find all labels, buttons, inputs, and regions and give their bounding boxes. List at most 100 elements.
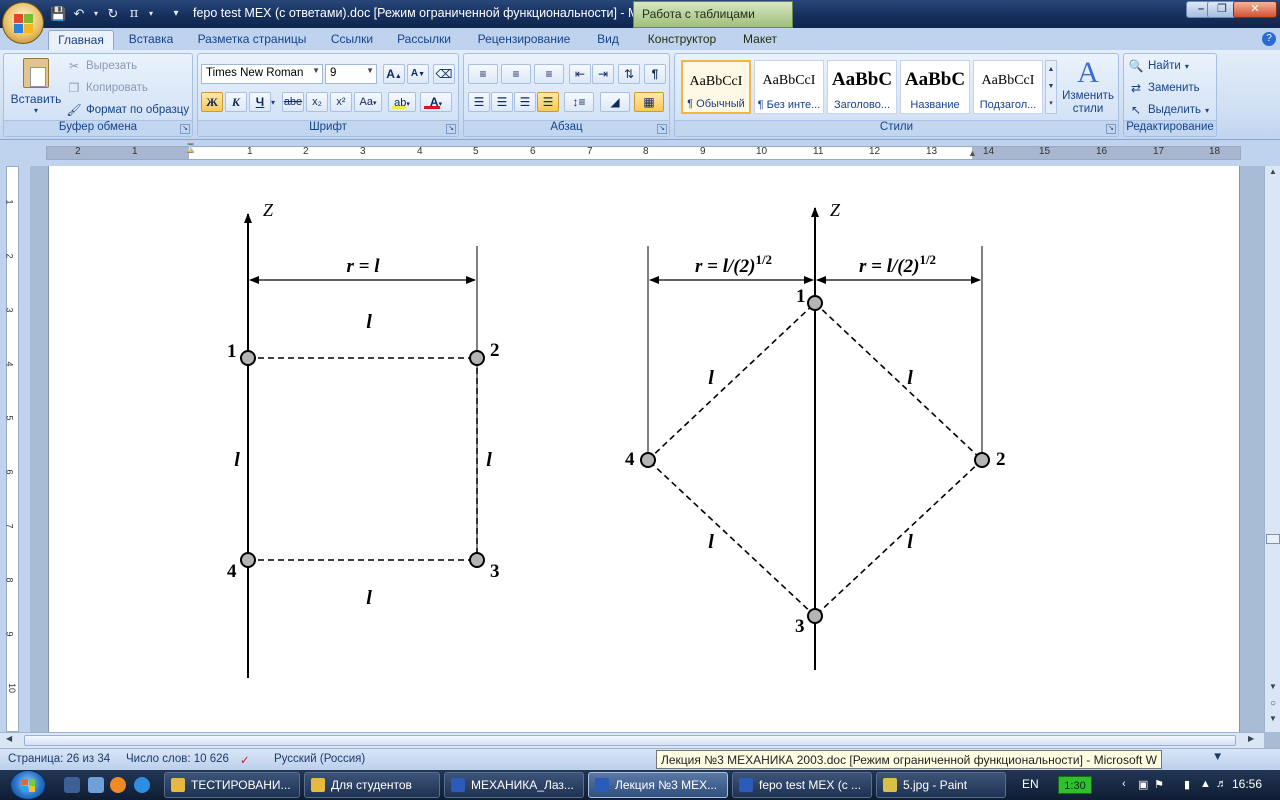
page-count[interactable]: Страница: 26 из 34 — [8, 753, 110, 765]
tab-view[interactable]: Вид — [590, 30, 626, 50]
horizontal-scrollbar[interactable]: ◀ ▶ — [0, 732, 1264, 748]
style-heading-1[interactable]: AaBbC Заголово... — [827, 60, 897, 114]
subscript-button[interactable]: x₂ — [306, 92, 328, 112]
equation-icon[interactable]: π — [126, 6, 142, 22]
increase-indent-button[interactable]: ⇥ — [592, 64, 614, 84]
dialog-launcher-icon[interactable]: ↘ — [1106, 124, 1116, 134]
close-button[interactable]: ✕ — [1233, 1, 1277, 18]
undo-icon[interactable]: ↶ — [71, 6, 87, 22]
underline-button[interactable]: Ч — [249, 92, 271, 112]
change-case-button[interactable]: Aa▾ — [354, 92, 382, 112]
start-button[interactable] — [10, 770, 46, 800]
chevron-down-icon[interactable]: ▼ — [1046, 78, 1056, 95]
indent-marker-icon[interactable]: ⌛ — [185, 143, 196, 154]
multilevel-list-button[interactable]: ≡ — [534, 64, 564, 84]
align-center-button[interactable]: ☰ — [491, 92, 513, 112]
tab-review[interactable]: Рецензирование — [468, 30, 580, 50]
sort-button[interactable]: ⇅ — [618, 64, 640, 84]
dialog-launcher-icon[interactable]: ↘ — [657, 124, 667, 134]
font-color-button[interactable]: A▾ — [420, 92, 452, 112]
more-icon[interactable]: ▾ — [1046, 95, 1056, 112]
browser-icon[interactable] — [134, 777, 150, 793]
office-button[interactable] — [2, 2, 44, 44]
show-desktop-icon[interactable] — [88, 777, 104, 793]
borders-button[interactable]: ▦ — [634, 92, 664, 112]
redo-icon[interactable]: ↻ — [105, 6, 121, 22]
undo-dropdown-icon[interactable]: ▾ — [92, 6, 100, 22]
vertical-scrollbar[interactable]: ▲ ▼ ○ ▼ — [1264, 166, 1280, 732]
copy-button[interactable]: ❐ Копировать — [66, 78, 148, 98]
right-indent-marker-icon[interactable]: ▲ — [968, 148, 977, 158]
battery-icon[interactable]: ▮ — [1184, 778, 1196, 792]
spell-check-icon[interactable]: ✓ — [240, 753, 250, 767]
browse-object-icon[interactable]: ○ — [1267, 698, 1279, 710]
tab-home[interactable]: Главная — [48, 30, 114, 50]
input-language[interactable]: EN — [1022, 777, 1039, 791]
replace-button[interactable]: ⇄ Заменить — [1128, 78, 1200, 98]
scroll-down-icon[interactable]: ▼ — [1266, 682, 1280, 696]
align-left-button[interactable]: ☰ — [468, 92, 490, 112]
scroll-thumb[interactable] — [1266, 534, 1280, 544]
taskbar-item[interactable]: ТЕСТИРОВАНИ... — [164, 772, 300, 798]
find-button[interactable]: 🔍 Найти ▾ — [1128, 56, 1189, 76]
tab-references[interactable]: Ссылки — [324, 30, 380, 50]
tab-insert[interactable]: Вставка — [122, 30, 180, 50]
taskbar-item[interactable]: 5.jpg - Paint — [876, 772, 1006, 798]
customize-icon[interactable]: ▾ — [168, 6, 184, 22]
numbering-button[interactable]: ≡ — [501, 64, 531, 84]
scroll-up-icon[interactable]: ▲ — [1266, 167, 1280, 181]
document-page[interactable]: Z r = l l l l l 1 2 3 4 Z r = l/(2)1/2 r… — [48, 166, 1240, 732]
equation-dropdown-icon[interactable]: ▾ — [147, 6, 155, 22]
change-styles-button[interactable]: A Изменить стили — [1059, 56, 1117, 118]
cut-button[interactable]: ✂ Вырезать — [66, 56, 137, 76]
help-icon[interactable]: ? — [1262, 32, 1276, 46]
scroll-left-icon[interactable]: ◀ — [6, 734, 12, 743]
tab-mailings[interactable]: Рассылки — [392, 30, 456, 50]
language-indicator[interactable]: Русский (Россия) — [274, 753, 365, 765]
format-painter-button[interactable]: 🖌 Формат по образцу — [66, 100, 189, 120]
scroll-right-icon[interactable]: ▶ — [1248, 734, 1254, 743]
align-right-button[interactable]: ☰ — [514, 92, 536, 112]
shading-button[interactable]: ◢ — [600, 92, 630, 112]
horizontal-ruler[interactable]: 2 1 1 2 3 4 5 6 7 8 9 10 11 12 13 14 15 16 17 18 ⌛ ▲ — [0, 140, 1280, 166]
justify-button[interactable]: ☰ — [537, 92, 559, 112]
clock[interactable]: 16:56 — [1232, 777, 1262, 791]
highlight-button[interactable]: ab▾ — [388, 92, 416, 112]
italic-button[interactable]: К — [225, 92, 247, 112]
style-normal[interactable]: AaBbCcI ¶ Обычный — [681, 60, 751, 114]
tab-layout[interactable]: Макет — [736, 30, 784, 50]
next-page-icon[interactable]: ▼ — [1266, 714, 1280, 728]
vertical-ruler[interactable]: 1234567891011 — [0, 166, 30, 747]
taskbar-item-active[interactable]: Лекция №3 МЕХ... — [588, 772, 728, 798]
taskbar-item[interactable]: Для студентов — [304, 772, 440, 798]
word-count[interactable]: Число слов: 10 626 — [126, 753, 229, 765]
battery-indicator[interactable]: 1:30 — [1058, 776, 1092, 794]
taskbar-item[interactable]: fepo test MEX (с ... — [732, 772, 872, 798]
scroll-thumb[interactable] — [24, 735, 1236, 746]
shrink-font-button[interactable]: A▼ — [407, 64, 429, 84]
style-subtitle[interactable]: AaBbCcI Подзагол... — [973, 60, 1043, 114]
switch-windows-icon[interactable] — [64, 777, 80, 793]
grow-font-button[interactable]: A▲ — [383, 64, 405, 84]
strikethrough-button[interactable]: abe — [282, 92, 304, 112]
flag-icon[interactable]: ⚑ — [1154, 778, 1166, 792]
style-no-spacing[interactable]: AaBbCcI ¶ Без инте... — [754, 60, 824, 114]
chevron-down-icon[interactable]: ▾ — [271, 98, 275, 107]
superscript-button[interactable]: x² — [330, 92, 352, 112]
network-icon[interactable]: ▣ — [1138, 778, 1150, 792]
font-name-combo[interactable]: Times New Roman ▼ — [201, 64, 323, 84]
paste-button[interactable]: Вставить ▾ — [7, 58, 65, 118]
tab-design[interactable]: Конструктор — [640, 30, 724, 50]
dialog-launcher-icon[interactable]: ↘ — [446, 124, 456, 134]
zoom-slider-icon[interactable]: ▼ — [1212, 751, 1223, 763]
show-marks-button[interactable]: ¶ — [644, 64, 666, 84]
clear-formatting-button[interactable]: ⌫ — [433, 64, 455, 84]
decrease-indent-button[interactable]: ⇤ — [569, 64, 591, 84]
chevron-up-icon[interactable]: ▲ — [1046, 61, 1056, 78]
select-button[interactable]: ↖ Выделить ▾ — [1128, 100, 1209, 120]
tab-page-layout[interactable]: Разметка страницы — [190, 30, 314, 50]
save-icon[interactable]: 💾 — [50, 6, 66, 22]
line-spacing-button[interactable]: ↕≡ — [564, 92, 594, 112]
chevron-left-icon[interactable]: ‹ — [1122, 778, 1134, 792]
bold-button[interactable]: Ж — [201, 92, 223, 112]
